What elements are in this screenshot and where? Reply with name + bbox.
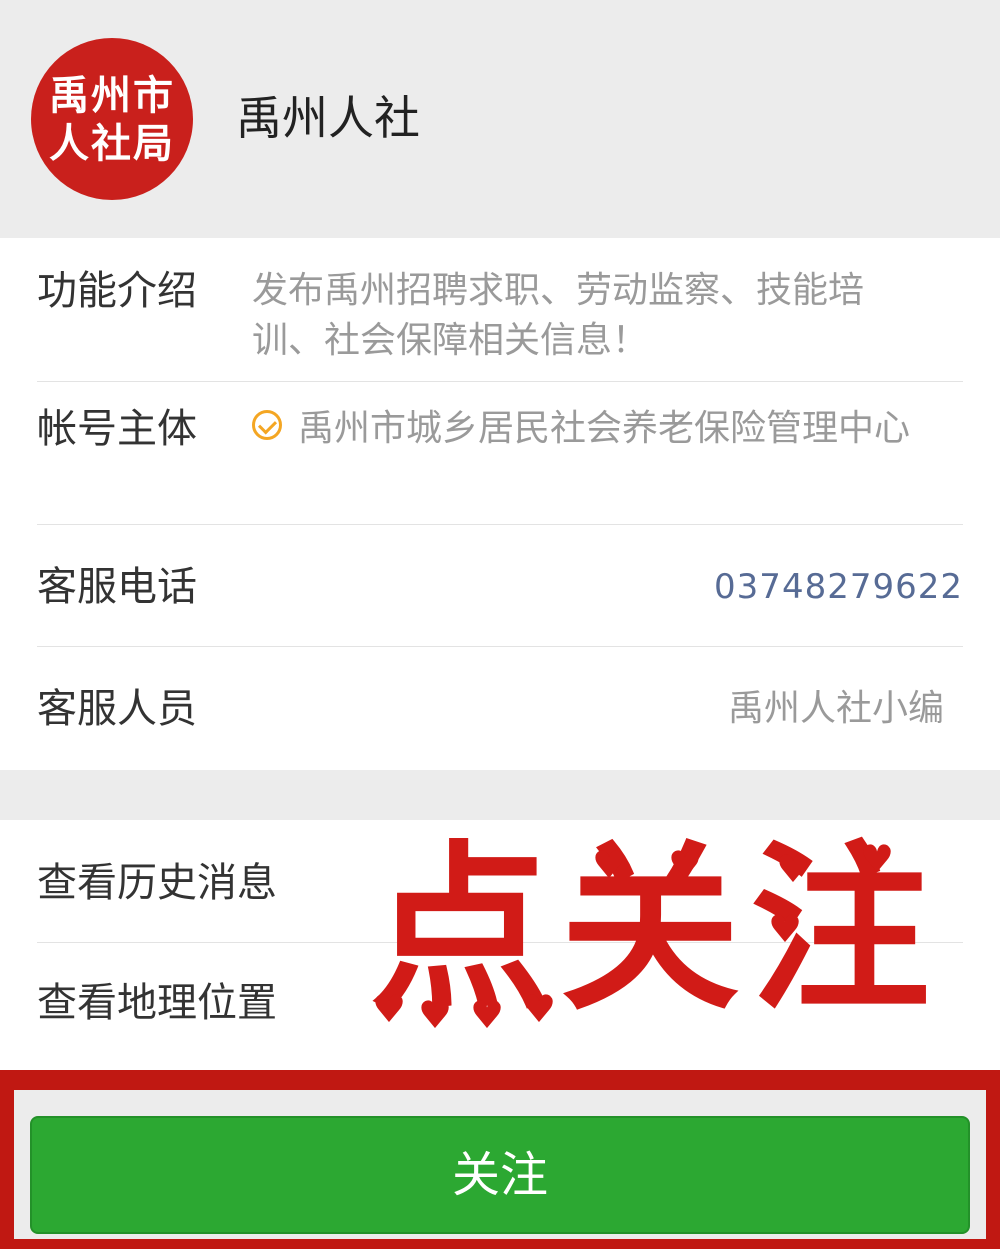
- phone-label: 客服电话: [37, 564, 197, 610]
- divider: [37, 381, 963, 382]
- heart-icon: ♥: [522, 987, 557, 1031]
- heart-icon: ♥: [860, 837, 895, 881]
- divider: [37, 524, 963, 525]
- account-info: 功能介绍 发布禹州招聘求职、劳动监察、技能培训、社会保障相关信息！ 帐号主体 禹…: [0, 238, 1000, 770]
- heart-icon: ♥: [470, 993, 505, 1037]
- phone-number-link[interactable]: 03748279622: [714, 564, 963, 610]
- entity-label: 帐号主体: [37, 406, 197, 452]
- heart-icon: ♥: [418, 993, 453, 1037]
- intro-label: 功能介绍: [37, 268, 197, 314]
- heart-icon: ♥: [592, 843, 627, 887]
- divider: [37, 646, 963, 647]
- heart-icon: ♥: [372, 987, 407, 1031]
- verified-check-icon: [252, 410, 282, 440]
- entity-name[interactable]: 禹州市城乡居民社会养老保险管理中心: [298, 404, 918, 454]
- staff-label: 客服人员: [37, 686, 197, 732]
- section-gap: [0, 770, 1000, 820]
- heart-icon: ♥: [668, 843, 703, 887]
- heart-icon: ♥: [768, 907, 803, 951]
- account-name: 禹州人社: [236, 91, 420, 145]
- avatar[interactable]: 禹州市 人社局: [31, 38, 193, 200]
- avatar-text-line1: 禹州市: [49, 72, 175, 119]
- avatar-text-line2: 人社局: [49, 120, 175, 167]
- follow-bar: 关注: [14, 1090, 986, 1239]
- staff-name: 禹州人社小编: [727, 688, 944, 729]
- avatar-seal-text: 禹州市 人社局: [31, 72, 193, 168]
- view-location-link[interactable]: 查看地理位置: [37, 978, 277, 1028]
- history-messages-link[interactable]: 查看历史消息: [37, 858, 277, 908]
- follow-button[interactable]: 关注: [30, 1116, 970, 1234]
- follow-highlight-frame: 关注: [0, 1070, 1000, 1249]
- account-header: 禹州市 人社局 禹州人社: [0, 0, 1000, 238]
- heart-icon: ♥: [776, 847, 811, 891]
- intro-text: 发布禹州招聘求职、劳动监察、技能培训、社会保障相关信息！: [252, 270, 865, 361]
